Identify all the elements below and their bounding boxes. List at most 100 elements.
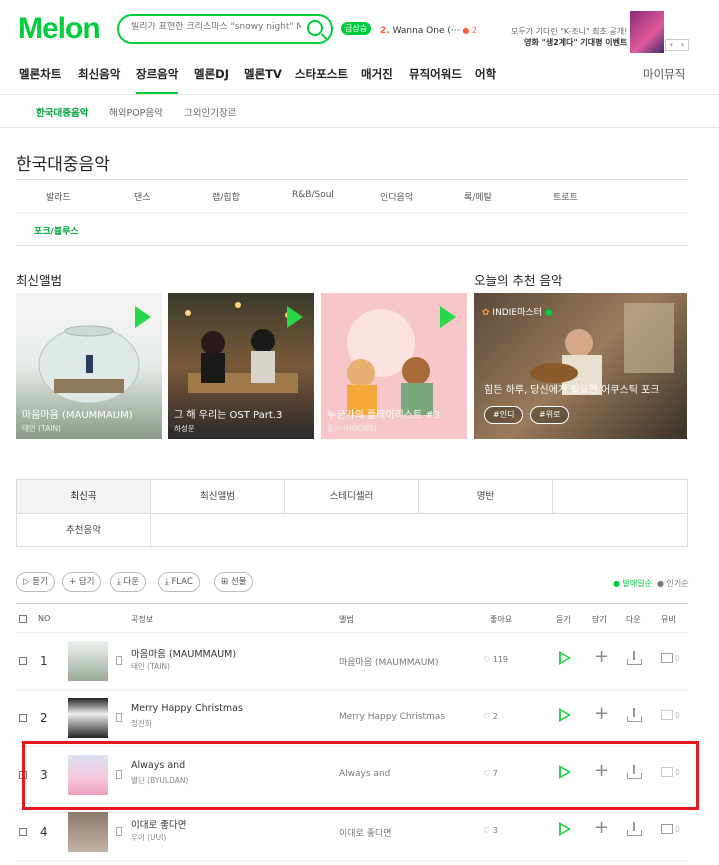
gift-label: 선물	[230, 577, 247, 587]
gift-button[interactable]: ⊞ 선물	[214, 572, 254, 592]
table-row: 4 이대로 좋다면 우이 (UUI) 이대로 좋다면 ♡ 3 + 0	[16, 804, 688, 861]
tab-new-songs[interactable]: 최신곡	[17, 480, 151, 514]
row-download-button[interactable]	[627, 651, 642, 665]
row-album[interactable]: 이대로 좋다면	[339, 826, 392, 839]
genre-indie[interactable]: 인디음악	[380, 190, 413, 203]
nav-language[interactable]: 어학	[475, 66, 496, 82]
album-card[interactable]: 마음마음 (MAUMMAUM) 태인 (TAIN)	[16, 293, 162, 439]
row-album-thumb[interactable]	[68, 812, 108, 852]
sort-by-popularity[interactable]: ● 인기순	[657, 578, 689, 589]
row-checkbox[interactable]	[19, 714, 27, 722]
play-icon[interactable]	[287, 306, 303, 328]
subnav-pop[interactable]: 해외POP음악	[109, 105, 163, 119]
sort-by-release[interactable]: ● 발매일순	[613, 578, 652, 589]
search-box[interactable]	[117, 14, 333, 44]
tab-classics[interactable]: 명반	[419, 480, 553, 514]
row-checkbox[interactable]	[19, 828, 27, 836]
row-add-button[interactable]: +	[594, 705, 609, 723]
row-like[interactable]: ♡ 3	[483, 826, 498, 835]
search-input[interactable]	[131, 22, 301, 32]
row-mv-button[interactable]	[661, 824, 673, 834]
rank-text: Wanna One (···	[392, 26, 460, 36]
nav-new-music[interactable]: 최신음악	[78, 66, 120, 82]
row-like-count: 3	[492, 826, 498, 835]
nav-award[interactable]: 뮤직어워드	[409, 66, 462, 82]
genre-ballad[interactable]: 발라드	[46, 190, 71, 203]
row-song-title[interactable]: 마음마음 (MAUMMAUM)	[131, 646, 236, 660]
row-album-thumb[interactable]	[68, 698, 108, 738]
row-rank: 1	[40, 654, 48, 668]
tag-comfort[interactable]: #위로	[530, 406, 570, 424]
heart-icon: ♡	[483, 712, 491, 721]
new-albums-title: 최신앨범	[16, 273, 63, 288]
subnav-korean[interactable]: 한국대중음악	[36, 105, 88, 119]
genre-hiphop[interactable]: 랩/힙합	[212, 190, 240, 203]
nav-magazine[interactable]: 매거진	[361, 66, 393, 82]
row-album[interactable]: 마음마음 (MAUMMAUM)	[339, 655, 439, 668]
nav-starpost[interactable]: 스타포스트	[295, 66, 348, 82]
genre-rnb[interactable]: R&B/Soul	[292, 190, 334, 200]
row-artist[interactable]: 우이 (UUI)	[131, 832, 166, 843]
realtime-rank[interactable]: 2. Wanna One (··· ● 2	[380, 26, 477, 36]
genre-folk[interactable]: 포크/블루스	[34, 224, 79, 237]
row-checkbox[interactable]	[19, 657, 27, 665]
row-download-button[interactable]	[627, 822, 642, 836]
album-title[interactable]: 그 해 우리는 OST Part.3	[174, 406, 282, 421]
row-like[interactable]: ♡ 119	[483, 655, 508, 664]
album-card[interactable]: 누군가의 플레이리스트 #3 훈스 (HOONS)	[321, 293, 467, 439]
select-all-checkbox[interactable]	[19, 615, 27, 623]
row-artist[interactable]: 정진희	[131, 718, 152, 729]
flac-button[interactable]: ⤓ FLAC	[158, 572, 200, 592]
genre-trot[interactable]: 트로트	[553, 190, 578, 203]
nav-mymusic[interactable]: 마이뮤직	[643, 66, 685, 82]
row-mv-button[interactable]	[661, 710, 673, 720]
tab-new-albums[interactable]: 최신앨범	[151, 480, 285, 514]
row-add-button[interactable]: +	[594, 819, 609, 837]
download-icon: ⤓	[117, 577, 121, 587]
row-album[interactable]: Merry Happy Christmas	[339, 712, 445, 722]
song-info-icon[interactable]	[116, 713, 122, 722]
nav-dj[interactable]: 멜론DJ	[194, 66, 229, 82]
row-like[interactable]: ♡ 2	[483, 712, 498, 721]
nav-tv[interactable]: 멜론TV	[244, 66, 282, 82]
tab-recommended[interactable]: 추천음악	[17, 514, 151, 548]
promo-banner[interactable]: 모두가 기다린 "K-조니" 최초 공개! 영화 "생2계다" 기대평 이벤트	[511, 26, 627, 48]
download-button[interactable]: ⤓ 다운	[110, 572, 147, 592]
album-artist[interactable]: 태인 (TAIN)	[22, 423, 61, 434]
nav-genre[interactable]: 장르음악	[136, 66, 179, 94]
row-download-button[interactable]	[627, 708, 642, 722]
album-artist[interactable]: 훈스 (HOONS)	[327, 423, 377, 434]
search-icon[interactable]	[307, 20, 323, 36]
song-info-icon[interactable]	[116, 656, 122, 665]
play-icon[interactable]	[135, 306, 151, 328]
tag-indie[interactable]: #인디	[484, 406, 524, 424]
heart-icon: ♡	[483, 826, 491, 835]
row-mv-button[interactable]	[661, 653, 673, 663]
album-card[interactable]: 그 해 우리는 OST Part.3 하성운	[168, 293, 314, 439]
subnav-other[interactable]: 그외인기장르	[184, 105, 236, 119]
play-icon[interactable]	[440, 306, 456, 328]
song-info-icon[interactable]	[116, 827, 122, 836]
recommend-card[interactable]: ✿ INDIE마스터 ● 힘든 하루, 당신에게 필요한 어쿠스틱 포크 #인디…	[474, 293, 687, 439]
divider	[0, 127, 719, 128]
table-row: 1 마음마음 (MAUMMAUM) 태인 (TAIN) 마음마음 (MAUMMA…	[16, 633, 688, 690]
album-title[interactable]: 누군가의 플레이리스트 #3	[327, 406, 440, 421]
album-artist[interactable]: 하성운	[174, 423, 195, 434]
melon-logo[interactable]: Melon	[18, 12, 101, 46]
row-song-title[interactable]: 이대로 좋다면	[131, 817, 186, 831]
tab-steady-seller[interactable]: 스테디셀러	[285, 480, 419, 514]
row-artist[interactable]: 태인 (TAIN)	[131, 661, 170, 672]
genre-dance[interactable]: 댄스	[134, 190, 151, 203]
album-title[interactable]: 마음마음 (MAUMMAUM)	[22, 406, 133, 421]
row-song-title[interactable]: Merry Happy Christmas	[131, 703, 243, 714]
listen-button[interactable]: ▷ 듣기	[16, 572, 55, 592]
add-button[interactable]: + 담기	[62, 572, 102, 592]
nav-chart[interactable]: 멜론차트	[19, 66, 61, 82]
promo-next-button[interactable]: ›	[677, 40, 688, 50]
promo-thumbnail[interactable]	[630, 11, 664, 53]
album-cover-art	[38, 325, 140, 404]
row-album-thumb[interactable]	[68, 641, 108, 681]
genre-rock[interactable]: 록/메탈	[464, 190, 492, 203]
row-add-button[interactable]: +	[594, 648, 609, 666]
promo-prev-button[interactable]: ‹	[666, 40, 677, 50]
